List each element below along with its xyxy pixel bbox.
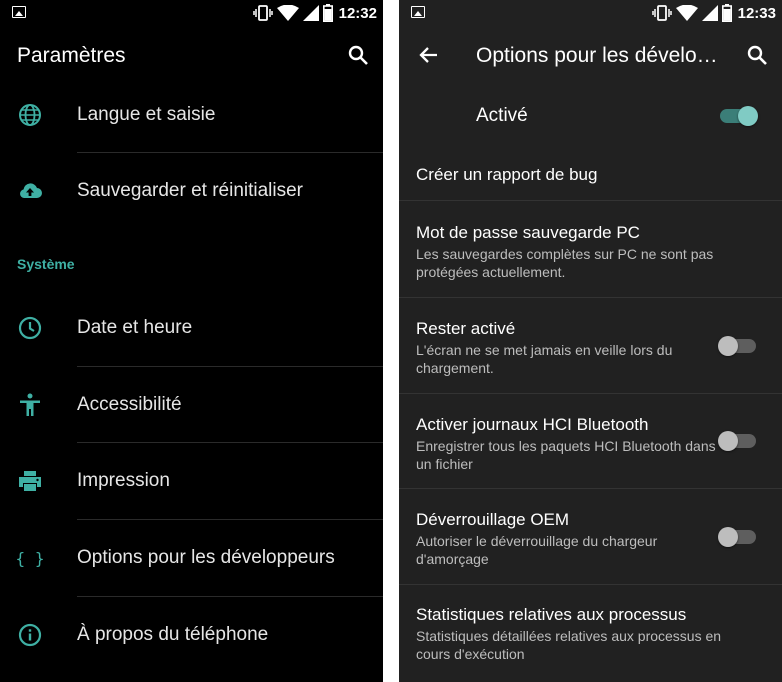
clock-icon <box>18 316 42 340</box>
search-icon[interactable] <box>346 43 370 67</box>
setting-accessibility[interactable]: Accessibilité <box>0 367 383 443</box>
option-title: Créer un rapport de bug <box>416 165 598 184</box>
page-title: Options pour les dévelo… <box>476 44 718 67</box>
setting-label: Accessibilité <box>77 394 182 415</box>
option-subtitle: Enregistrer tous les paquets HCI Bluetoo… <box>416 438 716 472</box>
setting-label: Impression <box>77 470 170 491</box>
app-bar: Options pour les dévelo… <box>399 26 782 84</box>
option-subtitle: Autoriser le déverrouillage du chargeur … <box>416 533 658 567</box>
setting-label: À propos du téléphone <box>77 624 269 645</box>
battery-icon <box>322 4 333 22</box>
setting-label: Date et heure <box>77 317 193 338</box>
setting-language-input[interactable]: Langue et saisie <box>0 77 383 153</box>
braces-icon: { } <box>17 549 43 568</box>
option-bug-report[interactable]: Créer un rapport de bug <box>399 150 782 200</box>
printer-icon <box>19 471 41 491</box>
option-title: Statistiques relatives aux processus <box>416 605 687 624</box>
option-subtitle: L'écran ne se met jamais en veille lors … <box>416 342 673 376</box>
back-arrow-icon[interactable] <box>417 43 441 67</box>
setting-label: Options pour les développeurs <box>77 547 335 568</box>
option-title: Rester activé <box>416 319 516 338</box>
globe-icon <box>19 104 41 126</box>
app-bar: Paramètres <box>0 26 383 84</box>
switch-thumb <box>718 336 738 356</box>
option-title: Déverrouillage OEM <box>416 510 570 529</box>
switch-thumb <box>718 527 738 547</box>
bluetooth-hci-log-switch[interactable] <box>718 431 756 451</box>
option-bluetooth-hci-log[interactable]: Activer journaux HCI Bluetooth Enregistr… <box>399 394 782 488</box>
cloud-upload-icon <box>20 183 42 198</box>
option-subtitle: Statistiques détaillées relatives aux pr… <box>416 628 722 662</box>
setting-developer-options[interactable]: { } Options pour les développeurs <box>0 520 383 596</box>
battery-icon <box>721 4 732 22</box>
option-oem-unlock[interactable]: Déverrouillage OEM Autoriser le déverrou… <box>399 489 782 584</box>
setting-printing[interactable]: Impression <box>0 443 383 519</box>
wifi-icon <box>675 5 698 21</box>
section-header-system: Système <box>17 256 75 272</box>
cell-signal-icon <box>302 5 319 21</box>
wifi-icon <box>276 5 299 21</box>
page-title: Paramètres <box>17 44 126 67</box>
option-title: Mot de passe sauvegarde PC <box>416 223 640 242</box>
master-toggle-label: Activé <box>476 105 528 126</box>
vibrate-icon <box>252 5 273 21</box>
accessibility-icon <box>20 393 40 416</box>
cell-signal-icon <box>701 5 718 21</box>
image-notification-icon <box>411 6 425 18</box>
settings-screen: 12:32 Paramètres Langue et saisie Sauveg… <box>0 0 383 682</box>
vibrate-icon <box>651 5 672 21</box>
setting-about-phone[interactable]: À propos du téléphone <box>0 597 383 673</box>
setting-backup-reset[interactable]: Sauvegarder et réinitialiser <box>0 153 383 229</box>
status-bar: 12:32 <box>0 0 383 26</box>
master-toggle-row[interactable]: Activé <box>399 90 782 140</box>
stay-awake-switch[interactable] <box>718 336 756 356</box>
setting-label: Langue et saisie <box>77 104 216 125</box>
image-notification-icon <box>12 6 26 18</box>
status-bar: 12:33 <box>399 0 782 26</box>
master-toggle-switch[interactable] <box>720 106 758 126</box>
option-backup-password[interactable]: Mot de passe sauvegarde PC Les sauvegard… <box>399 201 782 297</box>
svg-text:{ }: { } <box>17 549 43 568</box>
switch-thumb <box>718 431 738 451</box>
option-process-stats[interactable]: Statistiques relatives aux processus Sta… <box>399 585 782 682</box>
option-subtitle: Les sauvegardes complètes sur PC ne sont… <box>416 246 714 280</box>
option-stay-awake[interactable]: Rester activé L'écran ne se met jamais e… <box>399 298 782 393</box>
info-icon <box>18 623 42 647</box>
option-title: Activer journaux HCI Bluetooth <box>416 415 649 434</box>
developer-options-screen: 12:33 Options pour les dévelo… Activé Cr… <box>399 0 782 682</box>
oem-unlock-switch[interactable] <box>718 527 756 547</box>
status-time: 12:33 <box>737 4 776 22</box>
search-icon[interactable] <box>745 43 769 67</box>
switch-thumb <box>738 106 758 126</box>
setting-label: Sauvegarder et réinitialiser <box>77 180 304 201</box>
setting-date-time[interactable]: Date et heure <box>0 290 383 366</box>
status-time: 12:32 <box>338 4 377 22</box>
